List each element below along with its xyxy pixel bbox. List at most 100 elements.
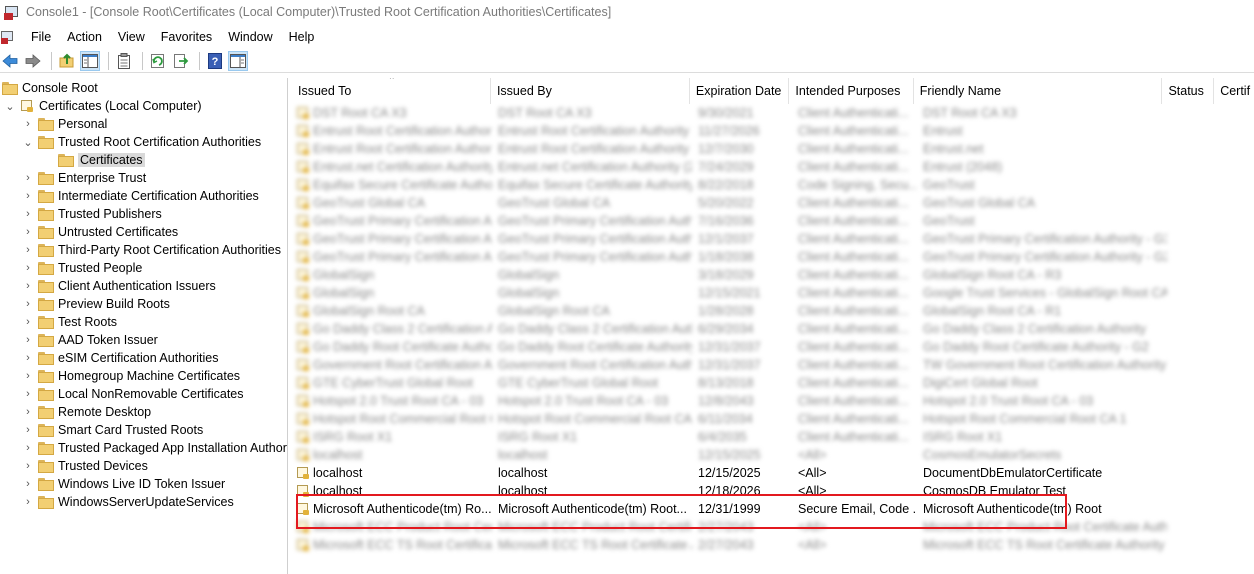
expand-chevron-icon[interactable]: ›: [22, 421, 34, 439]
certificate-row[interactable]: DST Root CA X3 DST Root CA X3 9/30/2021 Cli…: [292, 104, 1254, 122]
tree-item[interactable]: › Trusted Packaged App Installation Autho…: [22, 439, 287, 457]
issued-to-text: localhost: [313, 448, 363, 462]
expand-chevron-icon[interactable]: ›: [22, 385, 34, 403]
tree-item[interactable]: › eSIM Certification Authorities: [22, 349, 218, 367]
help-icon[interactable]: ?: [205, 51, 225, 71]
column-status[interactable]: Status: [1162, 78, 1215, 104]
expand-chevron-icon[interactable]: ›: [22, 187, 34, 205]
tree-item-personal[interactable]: › Personal: [22, 115, 107, 133]
tree-item-console-root[interactable]: Console Root: [2, 79, 98, 97]
system-menu-icon[interactable]: [1, 30, 15, 44]
collapse-chevron-icon[interactable]: ⌄: [22, 133, 34, 151]
tree-item[interactable]: › WindowsServerUpdateServices: [22, 493, 234, 511]
action-pane-icon[interactable]: [228, 50, 248, 71]
certificate-row[interactable]: Entrust Root Certification Authority - G…: [292, 140, 1254, 158]
tree-item[interactable]: › Test Roots: [22, 313, 117, 331]
certificate-row[interactable]: Entrust Root Certification Authority Entr…: [292, 122, 1254, 140]
expand-chevron-icon[interactable]: ›: [22, 169, 34, 187]
column-issued-to[interactable]: Issued To ⌃: [292, 78, 491, 104]
certificate-row[interactable]: GTE CyberTrust Global Root GTE CyberTrust…: [292, 374, 1254, 392]
certificate-row[interactable]: Government Root Certification Authority G…: [292, 356, 1254, 374]
tree-item-label: Certificates: [78, 153, 145, 167]
menu-file[interactable]: File: [23, 26, 59, 48]
certificate-row[interactable]: GeoTrust Primary Certification Authority…: [292, 230, 1254, 248]
refresh-icon[interactable]: [148, 51, 168, 71]
expand-chevron-icon[interactable]: ›: [22, 439, 34, 457]
tree-item-certificates-local[interactable]: ⌄ Certificates (Local Computer): [4, 97, 201, 115]
expand-chevron-icon[interactable]: ›: [22, 241, 34, 259]
expand-chevron-icon[interactable]: ›: [22, 313, 34, 331]
properties-icon[interactable]: [114, 51, 134, 71]
tree-item-certificates[interactable]: Certificates: [58, 151, 145, 169]
tree-item[interactable]: › Untrusted Certificates: [22, 223, 178, 241]
tree-item[interactable]: › Trusted Publishers: [22, 205, 162, 223]
menu-window[interactable]: Window: [220, 26, 280, 48]
menu-favorites[interactable]: Favorites: [153, 26, 220, 48]
certificate-row[interactable]: ISRG Root X1 ISRG Root X1 6/4/2035 Client A…: [292, 428, 1254, 446]
cell-expiration-date: 5/20/2022: [698, 196, 754, 210]
certificate-row[interactable]: GeoTrust Primary Certification Authority…: [292, 212, 1254, 230]
expand-chevron-icon[interactable]: ›: [22, 295, 34, 313]
certificate-row[interactable]: Go Daddy Root Certificate Authority - G2…: [292, 338, 1254, 356]
certificate-row[interactable]: localhost localhost 12/15/2025 <All> Documen…: [292, 464, 1254, 482]
expand-chevron-icon[interactable]: ›: [22, 331, 34, 349]
certificate-row[interactable]: localhost localhost 12/18/2026 <All> CosmosD…: [292, 482, 1254, 500]
menu-help[interactable]: Help: [281, 26, 323, 48]
certificate-row[interactable]: Hotspot 2.0 Trust Root CA - 03 Hotspot 2.…: [292, 392, 1254, 410]
menu-action[interactable]: Action: [59, 26, 110, 48]
expand-chevron-icon[interactable]: ›: [22, 223, 34, 241]
expand-chevron-icon[interactable]: ›: [22, 349, 34, 367]
tree-item[interactable]: › Trusted Devices: [22, 457, 148, 475]
tree-item[interactable]: › Remote Desktop: [22, 403, 151, 421]
expand-chevron-icon[interactable]: ›: [22, 259, 34, 277]
tree-item[interactable]: › Trusted People: [22, 259, 142, 277]
certificate-row[interactable]: GlobalSign GlobalSign 12/15/2021 Client Aut…: [292, 284, 1254, 302]
expand-chevron-icon[interactable]: ›: [22, 475, 34, 493]
tree-item[interactable]: › Smart Card Trusted Roots: [22, 421, 203, 439]
collapse-chevron-icon[interactable]: ⌄: [4, 97, 16, 115]
back-icon[interactable]: [0, 51, 20, 71]
expand-chevron-icon[interactable]: ›: [22, 367, 34, 385]
expand-chevron-icon[interactable]: ›: [22, 403, 34, 421]
certificate-row[interactable]: GeoTrust Global CA GeoTrust Global CA 5/20…: [292, 194, 1254, 212]
tree-item[interactable]: › Enterprise Trust: [22, 169, 146, 187]
tree-item[interactable]: › Windows Live ID Token Issuer: [22, 475, 225, 493]
certificate-row[interactable]: Hotspot Root Commercial Root CA 1 Hotspot…: [292, 410, 1254, 428]
certificate-row[interactable]: Microsoft ECC TS Root Certificate Author…: [292, 536, 1254, 554]
up-folder-icon[interactable]: [57, 51, 77, 71]
tree-item[interactable]: › Third-Party Root Certification Authorit…: [22, 241, 281, 259]
expand-chevron-icon[interactable]: ›: [22, 457, 34, 475]
column-issued-by[interactable]: Issued By: [491, 78, 690, 104]
certificate-row[interactable]: Go Daddy Class 2 Certification Authority…: [292, 320, 1254, 338]
tree-item[interactable]: › AAD Token Issuer: [22, 331, 158, 349]
tree-item[interactable]: › Preview Build Roots: [22, 295, 170, 313]
certificate-row[interactable]: Microsoft Authenticode(tm) Ro... Microsof…: [292, 500, 1254, 518]
expand-chevron-icon[interactable]: ›: [22, 277, 34, 295]
expand-chevron-icon[interactable]: ›: [22, 493, 34, 511]
certificate-row[interactable]: Equifax Secure Certificate Authority Equi…: [292, 176, 1254, 194]
certificate-icon: [296, 142, 310, 156]
tree-item-trusted-root[interactable]: ⌄ Trusted Root Certification Authorities: [22, 133, 261, 151]
certificate-row[interactable]: localhost localhost 12/15/2025 <All> CosmosE…: [292, 446, 1254, 464]
expand-chevron-icon[interactable]: ›: [22, 115, 34, 133]
column-friendly-name[interactable]: Friendly Name: [914, 78, 1163, 104]
tree-item[interactable]: › Homegroup Machine Certificates: [22, 367, 240, 385]
certificate-row[interactable]: GlobalSign GlobalSign 3/18/2029 Client Auth…: [292, 266, 1254, 284]
issued-to-text: GTE CyberTrust Global Root: [313, 376, 474, 390]
show-hide-tree-icon[interactable]: [80, 50, 100, 71]
tree-item[interactable]: › Local NonRemovable Certificates: [22, 385, 243, 403]
column-expiration-date[interactable]: Expiration Date: [690, 78, 790, 104]
certificate-row[interactable]: GlobalSign Root CA GlobalSign Root CA 1/28…: [292, 302, 1254, 320]
forward-icon[interactable]: [23, 51, 43, 71]
export-list-icon[interactable]: [171, 51, 191, 71]
tree-item[interactable]: › Intermediate Certification Authorities: [22, 187, 259, 205]
certificate-row[interactable]: Microsoft ECC Product Root Certificate A…: [292, 518, 1254, 536]
column-certificate-template[interactable]: Certif: [1214, 78, 1254, 104]
menu-view[interactable]: View: [110, 26, 153, 48]
issued-to-text: Go Daddy Root Certificate Authority - G2: [313, 340, 492, 354]
column-intended-purposes[interactable]: Intended Purposes: [789, 78, 914, 104]
certificate-row[interactable]: GeoTrust Primary Certification Authority…: [292, 248, 1254, 266]
expand-chevron-icon[interactable]: ›: [22, 205, 34, 223]
tree-item[interactable]: › Client Authentication Issuers: [22, 277, 216, 295]
certificate-row[interactable]: Entrust.net Certification Authority (204…: [292, 158, 1254, 176]
